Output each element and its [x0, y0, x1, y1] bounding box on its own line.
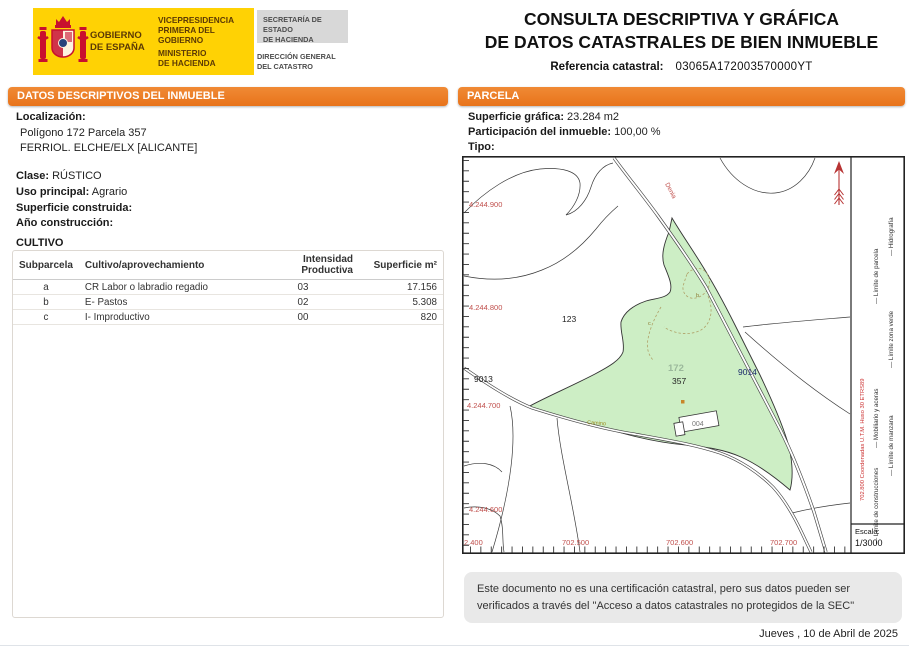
- document-date: Jueves , 10 de Abril de 2025: [759, 628, 898, 640]
- superficie-grafica-value: 23.284 m2: [567, 111, 620, 123]
- legend-item: — Límite de manzana: [888, 415, 895, 476]
- superficie-grafica-label: Superficie gráfica:: [468, 111, 564, 123]
- y-coord-label: 4.244.600: [469, 505, 502, 514]
- cell-cultivo: E- Pastos: [78, 294, 247, 310]
- cell-superficie: 5.308: [359, 294, 443, 310]
- point-marker: [681, 400, 685, 404]
- ano-construccion-label: Año construcción:: [16, 217, 114, 229]
- secretaria-line2: DE HACIENDA: [263, 35, 314, 45]
- table-row: c I- Improductivo 00 820: [13, 309, 443, 325]
- col-header-superficie: Superficie m²: [359, 251, 443, 280]
- vicepresidencia-line1: VICEPRESIDENCIA: [158, 14, 235, 25]
- table-row: a CR Labor o labradio regadio 03 17.156: [13, 279, 443, 295]
- title-line1: CONSULTA DESCRIPTIVA Y GRÁFICA: [523, 9, 840, 29]
- referencia-catastral: Referencia catastral: 03065A172003570000Y…: [458, 61, 905, 73]
- uso-principal-label: Uso principal:: [16, 186, 90, 198]
- localizacion-label: Localización:: [16, 111, 86, 123]
- cultivo-table: Subparcela Cultivo/aprovechamiento Inten…: [13, 251, 443, 325]
- col-header-cultivo: Cultivo/aprovechamiento: [78, 251, 247, 280]
- cultivo-table-box: Subparcela Cultivo/aprovechamiento Inten…: [12, 250, 444, 618]
- legend-coords-note: 702.800 Coordenadas U.T.M. Huso 30 ETRS8…: [860, 379, 866, 501]
- x-coord-label: 702.700: [770, 538, 797, 547]
- clase-label: Clase:: [16, 170, 50, 182]
- y-coord-label: 4.244.700: [467, 401, 500, 410]
- direccion-catastro: DIRECCIÓN GENERAL DEL CATASTRO: [257, 52, 336, 72]
- clase-value: RÚSTICO: [52, 170, 102, 182]
- ministerio-line2: DE HACIENDA: [158, 58, 216, 69]
- gobierno-text-line2: DE ESPAÑA: [90, 41, 145, 53]
- parcel-number-label: 357: [672, 376, 686, 386]
- legend-item: — Mobiliario y aceras: [873, 389, 880, 449]
- cell-cultivo: CR Labor o labradio regadio: [78, 279, 247, 295]
- participacion-value: 100,00 %: [614, 126, 661, 138]
- bottom-divider: [0, 645, 909, 646]
- cell-cultivo: I- Improductivo: [78, 309, 247, 325]
- subparcel-b-label: c: [648, 321, 651, 327]
- vicepresidencia-line2: PRIMERA DEL GOBIERNO: [158, 24, 215, 46]
- ministerio-line1: MINISTERIO: [158, 47, 207, 58]
- uso-principal-value: Agrario: [91, 186, 128, 198]
- localizacion-line2: FERRIOL. ELCHE/ELX [ALICANTE]: [20, 142, 198, 154]
- cell-intensidad: 03: [247, 279, 359, 295]
- escala-value: 1/3000: [855, 538, 883, 548]
- col-header-subparcela: Subparcela: [13, 251, 79, 280]
- legend-item: — Hidrografía: [888, 217, 895, 256]
- cultivo-title: CULTIVO: [16, 237, 64, 249]
- neighbor-parcel-label: 123: [562, 314, 576, 324]
- section-header-datos-descriptivos: DATOS DESCRIPTIVOS DEL INMUEBLE: [8, 87, 448, 106]
- x-coord-label: 702.500: [562, 538, 589, 547]
- referencia-label: Referencia catastral:: [550, 61, 664, 74]
- secretaria-line1: SECRETARÍA DE ESTADO: [263, 15, 322, 35]
- page: GOBIERNO DE ESPAÑA VICEPRESIDENCIA PRIME…: [0, 0, 909, 650]
- document-title: CONSULTA DESCRIPTIVA Y GRÁFICA DE DATOS …: [458, 8, 905, 73]
- escala-label: Escala:: [855, 527, 880, 536]
- cell-superficie: 17.156: [359, 279, 443, 295]
- building-label: 004: [692, 421, 704, 428]
- cell-intensidad: 02: [247, 294, 359, 310]
- map-svg: 123 172 357 9014 9013 004 Denia Camino c…: [462, 156, 905, 554]
- direccion-line1: DIRECCIÓN GENERAL: [257, 52, 336, 61]
- cultivo-table-header-row: Subparcela Cultivo/aprovechamiento Inten…: [13, 251, 443, 280]
- cell-subparcela: b: [13, 294, 79, 310]
- localizacion-line1: Polígono 172 Parcela 357: [20, 127, 147, 139]
- tipo-label: Tipo:: [468, 141, 495, 153]
- secretaria-box: SECRETARÍA DE ESTADO DE HACIENDA: [257, 10, 348, 45]
- legend-item: — Límite de parcela: [873, 248, 880, 304]
- road-left-label: 9013: [474, 374, 493, 384]
- y-coord-label: 4.244.800: [469, 303, 502, 312]
- col-header-intensidad: Intensidad Productiva: [247, 251, 359, 280]
- y-coord-label: 4.244.900: [469, 200, 502, 209]
- participacion-label: Participación del inmueble:: [468, 126, 612, 138]
- subparcel-c-label: b: [696, 293, 699, 299]
- title-line2: DE DATOS CATASTRALES DE BIEN INMUEBLE: [484, 32, 879, 53]
- direccion-line2: DEL CATASTRO: [257, 62, 313, 72]
- referencia-value: 03065A172003570000YT: [675, 61, 813, 74]
- x-coord-label: 702.600: [666, 538, 693, 547]
- disclaimer-box: Este documento no es una certificación c…: [464, 572, 902, 623]
- gobierno-text-line1: GOBIERNO: [90, 29, 142, 41]
- gobierno-logo: GOBIERNO DE ESPAÑA VICEPRESIDENCIA PRIME…: [33, 8, 254, 75]
- legend-item: — Límite zona verde: [888, 310, 895, 368]
- cell-superficie: 820: [359, 309, 443, 325]
- superficie-construida-label: Superficie construida:: [16, 202, 133, 214]
- road-right-label: 9014: [738, 367, 757, 377]
- cell-intensidad: 00: [247, 309, 359, 325]
- polygon-number-label: 172: [668, 363, 684, 374]
- section-header-parcela: PARCELA: [458, 87, 905, 106]
- spain-coat-of-arms-icon: [37, 15, 89, 62]
- table-row: b E- Pastos 02 5.308: [13, 294, 443, 310]
- cell-subparcela: c: [13, 309, 79, 325]
- cadastral-map: 123 172 357 9014 9013 004 Denia Camino c…: [462, 156, 905, 554]
- cell-subparcela: a: [13, 279, 79, 295]
